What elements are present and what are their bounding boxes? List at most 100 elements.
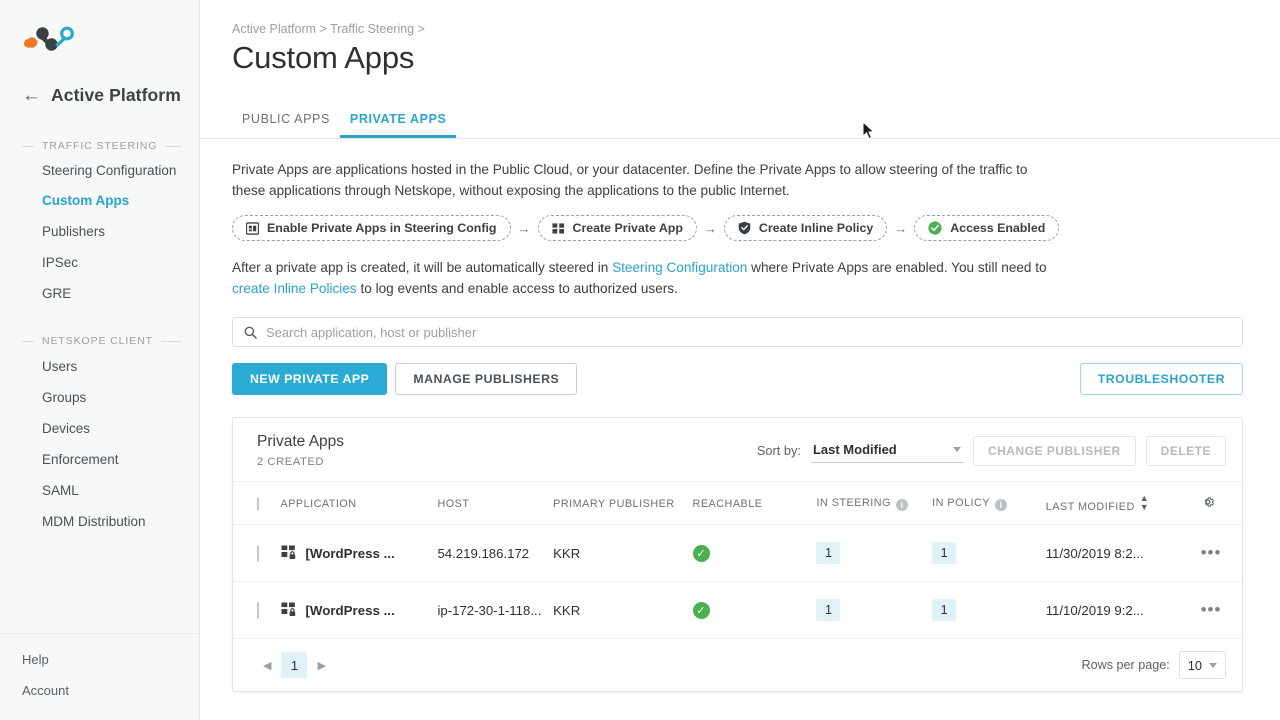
divider-left	[22, 341, 34, 342]
logo-container[interactable]	[0, 0, 199, 70]
sidebar-item-account[interactable]: Account	[0, 675, 199, 706]
column-settings	[1201, 482, 1242, 525]
step-chip-create-inline-policy[interactable]: Create Inline Policy	[724, 215, 887, 241]
row-reachable-cell: ✓	[693, 525, 817, 582]
in-policy-badge[interactable]: 1	[932, 599, 956, 621]
sidebar-item-mdm-distribution[interactable]: MDM Distribution	[0, 506, 199, 537]
row-reachable-cell: ✓	[693, 582, 817, 639]
action-button-row: NEW PRIVATE APP MANAGE PUBLISHERS TROUBL…	[200, 347, 1280, 395]
chevron-down-icon	[1209, 663, 1217, 668]
row-checkbox[interactable]	[257, 545, 259, 562]
application-name[interactable]: [WordPress ...	[306, 546, 395, 561]
select-all-checkbox[interactable]	[257, 497, 259, 511]
table-head: APPLICATION HOST PRIMARY PUBLISHER REACH…	[233, 482, 1242, 525]
sidebar-divider	[0, 633, 199, 634]
row-primary-publisher: KKR	[553, 525, 692, 582]
reachable-check-icon: ✓	[693, 545, 710, 562]
application-cell-inner: [WordPress ...	[281, 602, 438, 618]
delete-button[interactable]: DELETE	[1146, 436, 1226, 466]
main-content: Active Platform > Traffic Steering > Cus…	[200, 0, 1280, 720]
row-menu-icon[interactable]: •••	[1201, 543, 1222, 562]
sidebar-item-users[interactable]: Users	[0, 351, 199, 382]
sidebar-item-gre[interactable]: GRE	[0, 278, 199, 309]
in-steering-badge[interactable]: 1	[816, 599, 840, 621]
table-title-block: Private Apps 2 CREATED	[257, 433, 344, 468]
step-arrow-icon: →	[704, 221, 717, 236]
next-page-icon[interactable]: ▶	[311, 659, 331, 672]
intro-paragraph: Private Apps are applications hosted in …	[200, 139, 1080, 201]
row-host: 54.219.186.172	[437, 525, 553, 582]
tab-private-apps[interactable]: PRIVATE APPS	[340, 112, 457, 138]
new-private-app-button[interactable]: NEW PRIVATE APP	[232, 363, 387, 395]
sidebar-item-saml[interactable]: SAML	[0, 475, 199, 506]
link-steering-configuration[interactable]: Steering Configuration	[612, 260, 747, 275]
search-input[interactable]: Search application, host or publisher	[266, 325, 476, 340]
divider-left	[22, 146, 34, 147]
row-application-cell: [WordPress ...	[281, 582, 438, 639]
rows-per-page-select[interactable]: 10	[1179, 651, 1226, 679]
tab-public-apps[interactable]: PUBLIC APPS	[232, 112, 340, 138]
sidebar-item-ipsec[interactable]: IPSec	[0, 247, 199, 278]
shield-check-icon	[738, 221, 751, 235]
note-part-1: After a private app is created, it will …	[232, 260, 612, 275]
sidebar-item-enforcement[interactable]: Enforcement	[0, 444, 199, 475]
column-reachable[interactable]: REACHABLE	[693, 482, 817, 525]
page-number[interactable]: 1	[281, 652, 307, 678]
table-row[interactable]: [WordPress ... 54.219.186.172 KKR ✓ 1 1	[233, 525, 1242, 582]
sidebar-item-devices[interactable]: Devices	[0, 413, 199, 444]
column-in-steering[interactable]: IN STEERINGi	[816, 482, 932, 525]
info-icon[interactable]: i	[995, 499, 1007, 511]
row-menu-icon[interactable]: •••	[1201, 600, 1222, 619]
link-create-inline-policies[interactable]: create Inline Policies	[232, 281, 357, 296]
in-steering-badge[interactable]: 1	[816, 542, 840, 564]
prev-page-icon[interactable]: ◀	[257, 659, 277, 672]
column-application[interactable]: APPLICATION	[281, 482, 438, 525]
app-root: ← Active Platform TRAFFIC STEERING Steer…	[0, 0, 1280, 720]
table-header-controls: Sort by: Last Modified CHANGE PUBLISHER …	[757, 436, 1226, 466]
step-chip-label: Access Enabled	[950, 221, 1045, 235]
step-chip-label: Create Private App	[573, 221, 683, 235]
table-title: Private Apps	[257, 433, 344, 451]
reachable-check-icon: ✓	[693, 602, 710, 619]
table-footer: ◀ 1 ▶ Rows per page: 10	[233, 639, 1242, 691]
note-part-3: to log events and enable access to autho…	[357, 281, 678, 296]
step-chip-enable-private-apps[interactable]: Enable Private Apps in Steering Config	[232, 215, 511, 241]
gear-icon[interactable]	[1201, 495, 1215, 509]
column-host[interactable]: HOST	[437, 482, 553, 525]
step-chip-create-private-app[interactable]: Create Private App	[538, 215, 697, 241]
back-arrow-icon[interactable]: ←	[22, 86, 41, 105]
row-actions-cell: •••	[1201, 582, 1242, 639]
change-publisher-button[interactable]: CHANGE PUBLISHER	[973, 436, 1136, 466]
row-checkbox[interactable]	[257, 602, 259, 619]
row-application-cell: [WordPress ...	[281, 525, 438, 582]
brand-row[interactable]: ← Active Platform	[0, 70, 199, 114]
manage-publishers-button[interactable]: MANAGE PUBLISHERS	[395, 363, 577, 395]
sidebar-item-groups[interactable]: Groups	[0, 382, 199, 413]
sidebar-item-steering-configuration[interactable]: Steering Configuration	[0, 156, 199, 185]
sort-by-select[interactable]: Last Modified	[811, 439, 963, 463]
sidebar-section-title: NETSKOPE CLIENT	[42, 335, 153, 347]
divider-right	[165, 146, 181, 147]
step-chip-access-enabled[interactable]: Access Enabled	[914, 215, 1059, 241]
troubleshooter-button[interactable]: TROUBLESHOOTER	[1080, 363, 1243, 395]
table-row[interactable]: [WordPress ... ip-172-30-1-118... KKR ✓ …	[233, 582, 1242, 639]
in-policy-badge[interactable]: 1	[932, 542, 956, 564]
column-primary-publisher[interactable]: PRIMARY PUBLISHER	[553, 482, 692, 525]
sort-by-value: Last Modified	[813, 442, 897, 457]
sort-arrows-icon[interactable]: ▲▼	[1140, 494, 1149, 512]
row-select-cell	[233, 582, 281, 639]
sidebar-item-custom-apps[interactable]: Custom Apps	[0, 185, 199, 216]
step-arrow-icon: →	[894, 221, 907, 236]
step-chip-label: Create Inline Policy	[759, 221, 873, 235]
info-icon[interactable]: i	[896, 499, 908, 511]
breadcrumb[interactable]: Active Platform > Traffic Steering >	[200, 0, 1280, 36]
column-last-modified[interactable]: LAST MODIFIED ▲▼	[1046, 482, 1201, 525]
sidebar-item-help[interactable]: Help	[0, 644, 199, 675]
search-box[interactable]: Search application, host or publisher	[232, 317, 1243, 347]
sidebar-item-publishers[interactable]: Publishers	[0, 216, 199, 247]
application-cell-inner: [WordPress ...	[281, 545, 438, 561]
column-last-modified-label: LAST MODIFIED	[1046, 501, 1135, 513]
sidebar-section-header-traffic-steering: TRAFFIC STEERING	[0, 140, 199, 152]
application-name[interactable]: [WordPress ...	[306, 603, 395, 618]
column-in-policy[interactable]: IN POLICYi	[932, 482, 1046, 525]
